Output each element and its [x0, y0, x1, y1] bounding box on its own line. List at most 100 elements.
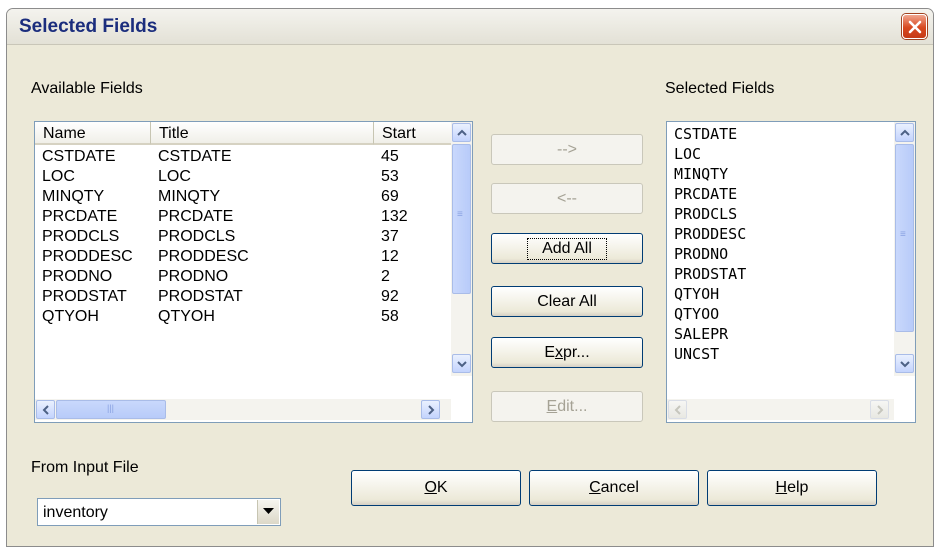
cell-title: PRODSTAT — [158, 288, 243, 305]
list-item[interactable]: PRODCLS — [674, 204, 737, 224]
help-label: Help — [776, 479, 809, 497]
table-row[interactable]: PRODNO PRODNO 2 — [35, 267, 452, 287]
table-row[interactable]: MINQTY MINQTY 69 — [35, 187, 452, 207]
table-row[interactable]: PRCDATE PRCDATE 132 — [35, 207, 452, 227]
help-button[interactable]: Help — [707, 470, 877, 506]
selected-horizontal-scrollbar[interactable] — [667, 399, 894, 420]
cell-name: CSTDATE — [42, 148, 116, 165]
cell-start: 92 — [381, 288, 399, 305]
list-item[interactable]: UNCST — [674, 344, 719, 364]
scroll-down-button[interactable] — [895, 354, 914, 373]
vertical-scrollbar[interactable]: ≡ — [451, 122, 472, 376]
scroll-up-button[interactable] — [895, 123, 914, 142]
cell-start: 2 — [381, 268, 390, 285]
cell-start: 132 — [381, 208, 408, 225]
ok-label-end: K — [436, 479, 448, 496]
cancel-button[interactable]: Cancel — [529, 470, 699, 506]
cell-start: 37 — [381, 228, 399, 245]
close-button[interactable] — [902, 14, 927, 39]
expr-label-end: pr... — [562, 343, 590, 361]
add-field-button[interactable]: --> — [491, 134, 643, 165]
cell-name: MINQTY — [42, 188, 105, 205]
table-row[interactable]: PRODDESC PRODDESC 12 — [35, 247, 452, 267]
cell-start: 69 — [381, 188, 399, 205]
remove-field-button[interactable]: <-- — [491, 183, 643, 214]
scroll-right-button[interactable] — [421, 400, 440, 419]
cancel-mnemonic: C — [589, 479, 601, 496]
cell-name: PRODDESC — [42, 248, 133, 265]
cell-title: PRODDESC — [158, 248, 249, 265]
cell-title: PRODNO — [158, 268, 229, 285]
title-bar: Selected Fields — [7, 9, 933, 45]
list-item[interactable]: QTYOO — [674, 304, 719, 324]
scroll-left-button[interactable] — [36, 400, 55, 419]
chevron-down-icon — [900, 361, 910, 368]
ok-label: OK — [424, 479, 447, 497]
chevron-down-icon — [263, 508, 274, 514]
edit-label-end: dit... — [557, 397, 588, 415]
list-item[interactable]: LOC — [674, 144, 701, 164]
expr-mnemonic: x — [554, 343, 563, 361]
scroll-up-button[interactable] — [452, 123, 471, 142]
clear-all-button[interactable]: Clear All — [491, 286, 643, 317]
selected-fields-label: Selected Fields — [665, 80, 775, 97]
scroll-down-button[interactable] — [452, 354, 471, 373]
column-header-start[interactable]: Start — [374, 122, 452, 145]
grip-icon: ≡ — [900, 229, 906, 240]
cell-start: 58 — [381, 308, 399, 325]
scroll-thumb-horizontal[interactable]: ||| — [56, 400, 166, 419]
cell-name: PRODNO — [42, 268, 113, 285]
grip-icon: ≡ — [457, 209, 463, 220]
scroll-thumb[interactable]: ≡ — [895, 144, 914, 332]
chevron-right-icon — [877, 405, 884, 415]
edit-button[interactable]: Edit... — [491, 391, 643, 422]
cell-start: 53 — [381, 168, 399, 185]
cell-title: LOC — [158, 168, 191, 185]
input-file-select[interactable]: inventory — [37, 498, 281, 526]
cancel-label: Cancel — [589, 479, 639, 497]
help-label-end: elp — [787, 479, 809, 496]
cell-name: PRCDATE — [42, 208, 118, 225]
expr-label: Expr... — [544, 344, 589, 362]
close-icon — [908, 20, 922, 34]
list-item[interactable]: PRODNO — [674, 244, 728, 264]
selected-fields-dialog: Selected Fields Available Fields Name Ti… — [6, 8, 934, 547]
table-row[interactable]: PRODSTAT PRODSTAT 92 — [35, 287, 452, 307]
cancel-label-end: ancel — [600, 479, 639, 496]
column-header-name[interactable]: Name — [35, 122, 151, 145]
add-all-button[interactable]: Add All — [491, 233, 643, 264]
expr-button[interactable]: Expr... — [491, 337, 643, 368]
table-row[interactable]: QTYOH QTYOH 58 — [35, 307, 452, 327]
edit-mnemonic: E — [546, 397, 558, 415]
table-row[interactable]: LOC LOC 53 — [35, 167, 452, 187]
list-item[interactable]: PRCDATE — [674, 184, 737, 204]
scroll-left-button[interactable] — [668, 400, 687, 419]
scroll-right-button[interactable] — [870, 400, 889, 419]
list-item[interactable]: PRODDESC — [674, 224, 746, 244]
cell-title: PRODCLS — [158, 228, 236, 245]
list-item[interactable]: QTYOH — [674, 284, 719, 304]
horizontal-scrollbar[interactable]: ||| — [35, 399, 451, 420]
ok-button[interactable]: OK — [351, 470, 521, 506]
column-header-title[interactable]: Title — [151, 122, 374, 145]
chevron-right-icon — [428, 405, 435, 415]
table-row[interactable]: PRODCLS PRODCLS 37 — [35, 227, 452, 247]
ok-mnemonic: O — [424, 479, 437, 496]
scroll-thumb[interactable]: ≡ — [452, 144, 471, 294]
list-item[interactable]: CSTDATE — [674, 124, 737, 144]
cell-name: QTYOH — [42, 308, 99, 325]
cell-title: CSTDATE — [158, 148, 232, 165]
chevron-down-icon — [457, 361, 467, 368]
chevron-up-icon — [900, 129, 910, 136]
help-mnemonic: H — [775, 479, 788, 496]
cell-name: PRODCLS — [42, 228, 120, 245]
table-row[interactable]: CSTDATE CSTDATE 45 — [35, 147, 452, 167]
available-fields-list[interactable]: Name Title Start CSTDATE CSTDATE 45 LOC … — [34, 121, 473, 423]
list-item[interactable]: PRODSTAT — [674, 264, 746, 284]
dropdown-button[interactable] — [257, 500, 279, 524]
list-item[interactable]: SALEPR — [674, 324, 728, 344]
list-item[interactable]: MINQTY — [674, 164, 728, 184]
selected-vertical-scrollbar[interactable]: ≡ — [894, 122, 915, 376]
chevron-left-icon — [674, 405, 681, 415]
selected-fields-list[interactable]: CSTDATE LOC MINQTY PRCDATE PRODCLS PRODD… — [666, 121, 916, 423]
